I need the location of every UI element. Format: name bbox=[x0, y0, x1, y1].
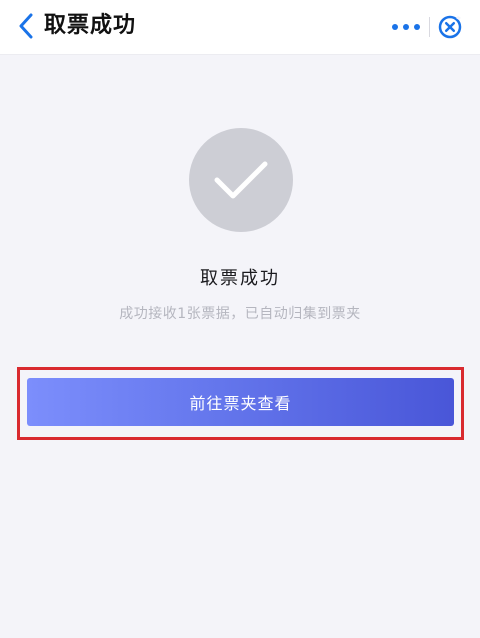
more-button[interactable] bbox=[388, 14, 424, 40]
back-button[interactable] bbox=[12, 11, 40, 41]
circle-close-icon bbox=[438, 15, 462, 39]
success-check-badge bbox=[189, 128, 293, 232]
page-title: 取票成功 bbox=[44, 13, 137, 38]
nav-divider bbox=[429, 17, 430, 37]
view-ticket-folder-button[interactable]: 前往票夹查看 bbox=[27, 378, 454, 426]
chevron-left-icon bbox=[19, 13, 33, 39]
success-title: 取票成功 bbox=[200, 268, 280, 289]
success-subtitle: 成功接收1张票据，已自动归集到票夹 bbox=[119, 306, 361, 322]
top-nav-bar: 取票成功 bbox=[0, 0, 480, 55]
close-button[interactable] bbox=[436, 13, 464, 41]
check-icon bbox=[214, 161, 268, 199]
more-dots-icon bbox=[392, 24, 420, 30]
